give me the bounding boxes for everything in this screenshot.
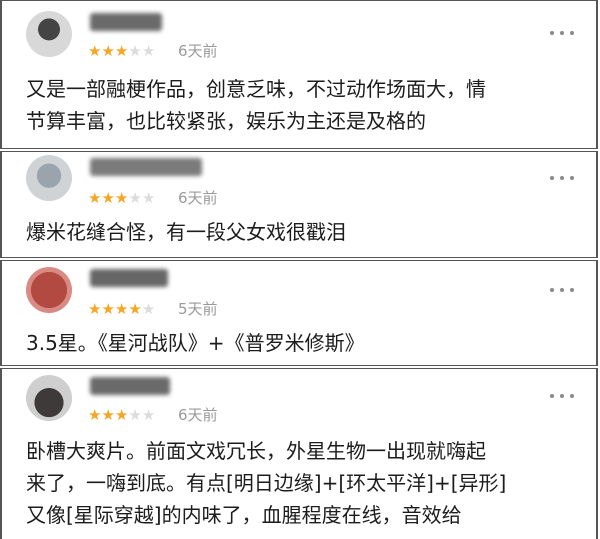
review-time: 6天前 <box>178 406 218 424</box>
star-filled-icon: ★ <box>114 406 129 424</box>
more-dots-icon[interactable] <box>550 392 574 400</box>
star-filled-icon: ★ <box>88 189 102 207</box>
star-filled-icon: ★ <box>101 42 115 60</box>
star-filled-icon: ★ <box>114 42 129 60</box>
star-filled-icon: ★ <box>88 42 102 60</box>
review-content: 卧槽大爽片。前面文戏冗长，外星生物一出现就嗨起 来了，一嗨到底。有点[明日边缘]… <box>26 435 578 531</box>
review-card: ★★★★★ 6天前 又是一部融梗作品，创意乏味，不过动作场面大，情 节算丰富，也… <box>0 0 598 149</box>
review-content: 爆米花缝合怪，有一段父女戏很戳泪 <box>26 216 578 248</box>
username[interactable] <box>90 269 168 287</box>
review-card: ★★★★★ 5天前 3.5星。《星河战队》+《普罗米修斯》 <box>0 260 598 366</box>
star-filled-icon: ★ <box>114 300 129 318</box>
review-content: 又是一部融梗作品，创意乏味，不过动作场面大，情 节算丰富，也比较紧张，娱乐为主还… <box>26 73 578 137</box>
review-content-line: 节算丰富，也比较紧张，娱乐为主还是及格的 <box>26 109 426 133</box>
more-dots-icon[interactable] <box>550 286 574 294</box>
avatar[interactable] <box>26 375 72 421</box>
star-empty-icon: ★ <box>141 189 156 207</box>
star-filled-icon: ★ <box>101 406 115 424</box>
review-content-line: 又是一部融梗作品，创意乏味，不过动作场面大，情 <box>26 77 486 101</box>
star-filled-icon: ★ <box>101 300 115 318</box>
review-content-line: 爆米花缝合怪，有一段父女戏很戳泪 <box>26 220 346 244</box>
review-content-line: 卧槽大爽片。前面文戏冗长，外星生物一出现就嗨起 <box>26 439 486 463</box>
star-filled-icon: ★ <box>114 189 129 207</box>
review-time: 6天前 <box>178 189 218 207</box>
star-filled-icon: ★ <box>88 300 102 318</box>
rating-stars: ★★★★★ <box>88 301 155 317</box>
star-empty-icon: ★ <box>128 189 142 207</box>
more-dots-icon[interactable] <box>550 29 574 37</box>
star-empty-icon: ★ <box>128 406 142 424</box>
username[interactable] <box>90 377 170 395</box>
star-empty-icon: ★ <box>128 42 142 60</box>
review-content-line: 来了，一嗨到底。有点[明日边缘]+[环太平洋]+[异形] <box>26 471 507 495</box>
rating-stars: ★★★★★ <box>88 190 155 206</box>
avatar[interactable] <box>26 267 72 313</box>
avatar[interactable] <box>26 155 72 201</box>
username[interactable] <box>90 13 162 31</box>
review-content-line: 3.5星。《星河战队》+《普罗米修斯》 <box>26 331 365 355</box>
more-dots-icon[interactable] <box>550 174 574 182</box>
review-content-line: 又像[星际穿越]的内味了，血腥程度在线，音效给 <box>26 503 462 527</box>
review-card: ★★★★★ 6天前 爆米花缝合怪，有一段父女戏很戳泪 <box>0 151 598 258</box>
star-empty-icon: ★ <box>141 42 156 60</box>
review-time: 6天前 <box>178 42 218 60</box>
username[interactable] <box>90 158 202 176</box>
star-empty-icon: ★ <box>141 300 156 318</box>
avatar[interactable] <box>26 11 72 57</box>
review-time: 5天前 <box>178 300 218 318</box>
review-content: 3.5星。《星河战队》+《普罗米修斯》 <box>26 327 578 359</box>
rating-stars: ★★★★★ <box>88 407 155 423</box>
star-filled-icon: ★ <box>101 189 115 207</box>
star-empty-icon: ★ <box>141 406 156 424</box>
star-filled-icon: ★ <box>128 300 142 318</box>
review-card: ★★★★★ 6天前 卧槽大爽片。前面文戏冗长，外星生物一出现就嗨起 来了，一嗨到… <box>0 368 598 539</box>
rating-stars: ★★★★★ <box>88 43 155 59</box>
star-filled-icon: ★ <box>88 406 102 424</box>
